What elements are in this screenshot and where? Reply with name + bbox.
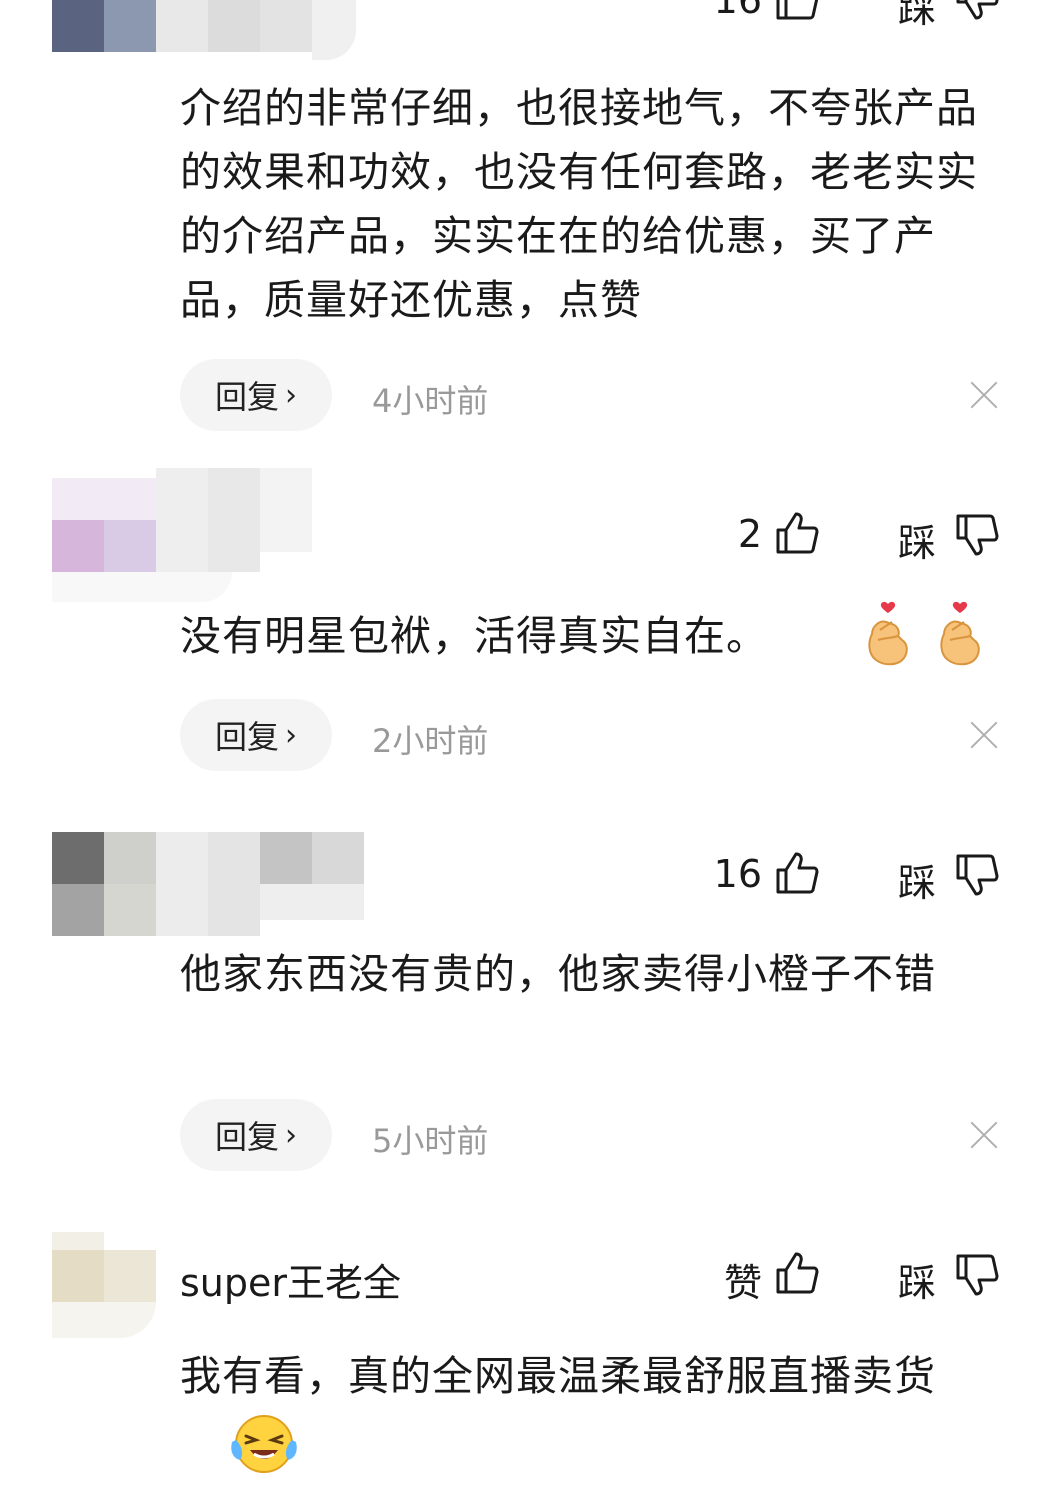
thumbs-down-icon[interactable] [954, 0, 1000, 22]
thumbs-up-icon[interactable] [774, 1250, 820, 1296]
dislike-label[interactable]: 踩 [898, 0, 936, 33]
thumbs-down-icon[interactable] [954, 512, 1000, 558]
thumbs-up-icon[interactable] [774, 0, 820, 22]
chevron-right-icon: › [285, 377, 297, 413]
thumbs-up-icon[interactable] [774, 510, 820, 556]
reply-button[interactable]: 回复 › [180, 699, 332, 771]
like-count: 16 [713, 0, 762, 22]
reply-button[interactable]: 回复 › [180, 1099, 332, 1171]
dislike-label[interactable]: 踩 [898, 1252, 936, 1307]
comment-text: 我有看，真的全网最温柔最舒服直播卖货 [180, 1352, 936, 1400]
close-icon[interactable] [966, 717, 1002, 753]
reply-label: 回复 [214, 1118, 279, 1156]
close-icon[interactable] [966, 377, 1002, 413]
chevron-right-icon: › [285, 1117, 297, 1153]
comment-time: 4小时前 [372, 382, 489, 420]
comment-time: 2小时前 [372, 722, 489, 760]
comment-text: 他家东西没有贵的，他家卖得小橙子不错 [180, 950, 936, 998]
dislike-label[interactable]: 踩 [898, 512, 936, 567]
thumbs-down-icon[interactable] [954, 852, 1000, 898]
comment-text: 没有明星包袱，活得真实自在。 [180, 612, 768, 660]
reply-label: 回复 [214, 718, 279, 756]
reply-label: 回复 [214, 378, 279, 416]
like-count: 16 [713, 852, 762, 896]
username[interactable]: super王老全 [180, 1252, 401, 1307]
comment-time: 5小时前 [372, 1122, 489, 1160]
finger-heart-emoji [940, 601, 980, 666]
reply-button[interactable]: 回复 › [180, 359, 332, 431]
thumbs-down-icon[interactable] [954, 1252, 1000, 1298]
thumbs-up-icon[interactable] [774, 850, 820, 896]
like-count: 2 [737, 512, 762, 556]
close-icon[interactable] [966, 1117, 1002, 1153]
finger-heart-emoji [868, 601, 908, 666]
comment-text: 介绍的非常仔细，也很接地气，不夸张产品的效果和功效，也没有任何套路，老老实实的介… [180, 84, 978, 324]
laughing-crying-emoji [231, 1415, 297, 1473]
like-label[interactable]: 赞 [700, 1252, 762, 1307]
chevron-right-icon: › [285, 717, 297, 753]
dislike-label[interactable]: 踩 [898, 852, 936, 907]
